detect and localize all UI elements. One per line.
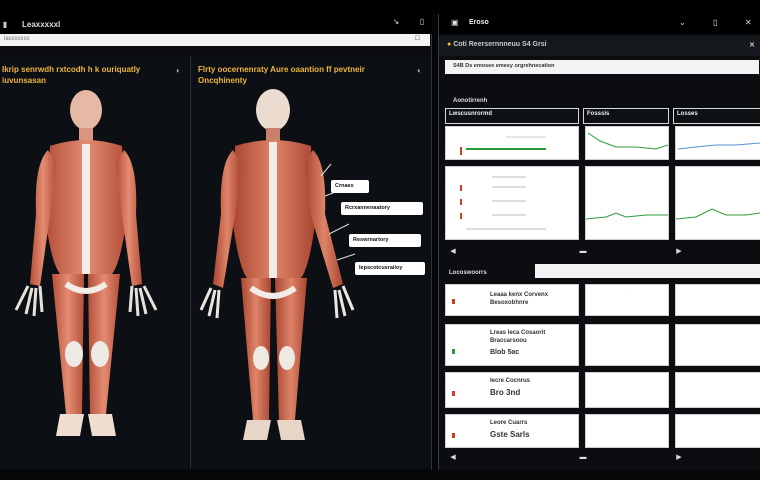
callout-label-2[interactable]: Rcrxannenaatory xyxy=(341,202,423,215)
metric-card-3-chart xyxy=(677,142,760,150)
list-row-3[interactable]: Iecre Cocnrus Bro 3nd xyxy=(445,372,579,408)
filter-bar-label: S4B Ds emosee emesy orgrehnecation xyxy=(453,63,555,69)
section1-header-1: Lwscusnrormd xyxy=(445,108,579,124)
left-window-title: Leaxxxxxl xyxy=(22,19,61,29)
row-3-cell-3[interactable] xyxy=(675,372,760,408)
list-row-4[interactable]: Leore Cuarrs Gste Sarls xyxy=(445,414,579,448)
callout-label-3[interactable]: Reswrnartory xyxy=(349,234,421,247)
front-view-title: Ikrip senrwdh rxtcodh h k ouriquatly iuv… xyxy=(2,65,141,85)
row-3-status-indicator xyxy=(452,391,455,396)
row-4-line-2: Gste Sarls xyxy=(490,430,530,439)
row-4-line-1: Leore Cuarrs xyxy=(490,420,528,426)
section1-prev-icon[interactable]: ◀ xyxy=(449,248,457,256)
section1-more-icon[interactable]: ▬ xyxy=(579,248,587,256)
metric-card-4-list xyxy=(460,176,546,230)
row-3-line-2: Bro 3nd xyxy=(490,388,521,397)
info-bar-label: Coti Reersernnneuu S4 Grsi xyxy=(453,41,547,48)
section2-next-icon[interactable]: ▶ xyxy=(675,454,683,462)
window-icon: ▣ xyxy=(451,18,459,27)
metric-card-1[interactable] xyxy=(445,126,579,160)
row-4-cell-2[interactable] xyxy=(585,414,669,448)
back-view-title: Flrty oocernenraty Aure oaantion ff pevt… xyxy=(198,65,365,85)
row-1-status-indicator xyxy=(452,299,455,304)
section1-next-icon[interactable]: ▶ xyxy=(675,248,683,256)
info-bar: ● Coti Reersernnneuu S4 Grsi ✕ xyxy=(439,36,760,56)
data-window: ▣ Eroso ⌄ ▯ ✕ ● Coti Reersernnneuu S4 Gr… xyxy=(438,14,760,470)
section1-header-2: Fosssis xyxy=(583,108,669,124)
section2-prev-icon[interactable]: ◀ xyxy=(449,454,457,462)
row-1-cell-2[interactable]: · xyxy=(585,284,669,316)
front-panel-menu-icon[interactable]: ◐ xyxy=(176,66,181,75)
list-row-2[interactable]: Lreas leca Cosaorit Braccarsoou Blob 5ac xyxy=(445,324,579,366)
tile-icon[interactable]: ▯ xyxy=(713,18,717,27)
anatomy-window: ▮ Leaxxxxxl ↘ ▯ lasxxxxxx ☐ Ikrip senrwd… xyxy=(0,14,432,470)
share-icon[interactable]: ↘ xyxy=(390,17,402,29)
section2-header-bar xyxy=(535,264,760,278)
lightbulb-icon: ● xyxy=(447,41,452,48)
row-2-line-2: Braccarsoou xyxy=(490,338,527,344)
info-close-icon[interactable]: ✕ xyxy=(749,41,755,49)
row-1-line-1: Leaaa kenx Corvenx xyxy=(490,292,549,298)
right-title-bar: ▣ Eroso ⌄ ▯ ✕ xyxy=(439,14,760,34)
expand-icon[interactable]: ⌄ xyxy=(679,18,686,27)
row-4-status-indicator xyxy=(452,433,455,438)
back-panel-menu-icon[interactable]: ◐ xyxy=(417,66,422,75)
row-4-cell-3[interactable] xyxy=(675,414,760,448)
metric-card-5-chart xyxy=(585,212,668,220)
front-view-panel: Ikrip senrwdh rxtcodh h k ouriquatly iuv… xyxy=(0,56,188,468)
row-1-cell-3[interactable] xyxy=(675,284,760,316)
metric-card-2-chart xyxy=(587,132,669,150)
row-3-cell-2[interactable] xyxy=(585,372,669,408)
row-2-cell-2[interactable] xyxy=(585,324,669,366)
filter-bar[interactable]: S4B Ds emosee emesy orgrehnecation xyxy=(445,60,759,74)
section2-title: Locoswoorrs xyxy=(449,270,487,276)
row-2-status-indicator xyxy=(452,349,455,354)
bookmark-icon[interactable]: ☐ xyxy=(415,35,420,42)
app-icon: ▮ xyxy=(2,19,8,29)
right-window-title: Eroso xyxy=(469,19,489,26)
row-3-line-1: Iecre Cocnrus xyxy=(490,378,531,384)
metric-card-1-chart xyxy=(460,136,546,155)
front-anatomy-figure[interactable] xyxy=(0,84,188,464)
row-1-cell-2-mark: · xyxy=(626,291,628,297)
address-bar[interactable]: lasxxxxxx ☐ xyxy=(0,34,430,46)
metric-card-4[interactable] xyxy=(445,166,579,240)
section2-more-icon[interactable]: ▬ xyxy=(579,454,587,462)
metric-card-5[interactable] xyxy=(585,166,669,240)
callout-label-1[interactable]: Crnaes xyxy=(331,180,369,193)
close-icon[interactable]: ✕ xyxy=(745,18,752,27)
window-menu-icon[interactable]: ▯ xyxy=(416,17,428,29)
left-title-bar: ▮ Leaxxxxxl ↘ ▯ xyxy=(0,14,432,34)
metric-card-6[interactable] xyxy=(675,166,760,240)
metric-card-2[interactable] xyxy=(585,126,669,160)
back-view-panel: Flrty oocernenraty Aure oaantion ff pevt… xyxy=(190,56,430,468)
address-text: lasxxxxxx xyxy=(4,36,30,42)
top-strip xyxy=(0,0,760,14)
list-row-1[interactable]: Leaaa kenx Corvenx Besoxobhnre xyxy=(445,284,579,316)
callout-label-4[interactable]: Iepscotcusraiioy xyxy=(355,262,425,275)
row-2-cell-3[interactable] xyxy=(675,324,760,366)
metric-card-6-chart xyxy=(675,208,760,220)
section1-title: Aonotirrenh xyxy=(453,98,488,104)
row-2-line-3: Blob 5ac xyxy=(490,349,520,356)
section1-header-3: Losses xyxy=(673,108,760,124)
row-1-line-2: Besoxobhnre xyxy=(490,300,529,306)
row-2-line-1: Lreas leca Cosaorit xyxy=(490,330,546,336)
metric-card-3[interactable] xyxy=(675,126,760,160)
